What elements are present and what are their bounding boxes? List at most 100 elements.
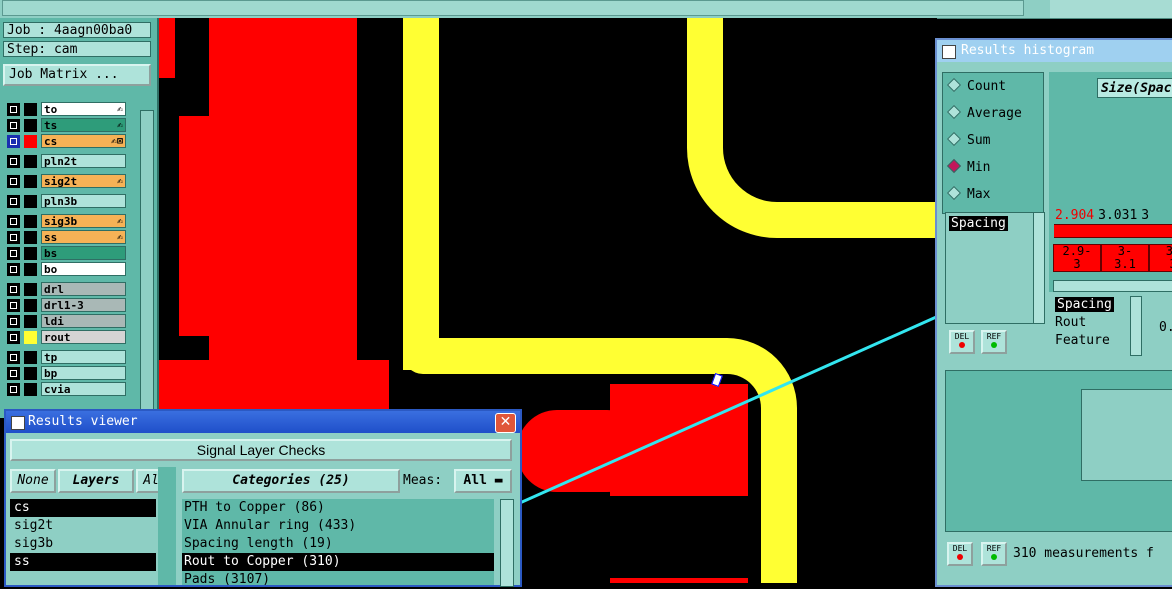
layer-checkbox[interactable] (7, 367, 20, 380)
layer-label[interactable]: ldi (41, 314, 126, 328)
layer-label[interactable]: drl1-3 (41, 298, 126, 312)
layer-label[interactable]: cvia (41, 382, 126, 396)
window-icon (11, 416, 25, 430)
meas-select[interactable]: All ▬ (454, 469, 512, 493)
histogram-graph (945, 370, 1172, 532)
viewer-category-item[interactable]: Rout to Copper (310) (182, 553, 494, 571)
viewer-layer-item[interactable]: sig2t (10, 517, 156, 535)
layer-label[interactable]: bs (41, 246, 126, 260)
option-count[interactable]: Count (946, 77, 1006, 97)
layer-row-bp[interactable]: bp (4, 366, 128, 381)
layer-checkbox[interactable] (7, 119, 20, 132)
layer-label[interactable]: tp (41, 350, 126, 364)
category-scrollbar[interactable] (500, 499, 514, 587)
histogram-measure-list[interactable]: Spacing (945, 212, 1035, 324)
viewer-title-bar[interactable]: Results viewer ✕ (6, 411, 520, 433)
layer-checkbox[interactable] (7, 331, 20, 344)
layer-checkbox[interactable] (7, 155, 20, 168)
histogram-category-item[interactable]: Rout (1055, 314, 1135, 332)
layer-checkbox[interactable] (7, 103, 20, 116)
option-min[interactable]: Min (946, 158, 990, 178)
layer-checkbox[interactable] (7, 215, 20, 228)
viewer-category-item[interactable]: Spacing length (19) (182, 535, 494, 553)
layer-label[interactable]: bp (41, 366, 126, 380)
histogram-category-scrollbar[interactable] (1130, 296, 1142, 356)
viewer-layer-item[interactable]: cs (10, 499, 156, 517)
layer-row-bs[interactable]: bs (4, 246, 128, 261)
layer-row-to[interactable]: to ✍ (4, 102, 128, 117)
histogram-bin[interactable]: 3- 3.1 (1101, 244, 1149, 272)
layer-row-cvia[interactable]: cvia (4, 382, 128, 397)
viewer-category-item[interactable]: Pads (3107) (182, 571, 494, 589)
layer-row-pln3b[interactable]: pln3b (4, 194, 128, 209)
layer-row-bo[interactable]: bo (4, 262, 128, 277)
layer-row-drl[interactable]: drl (4, 282, 128, 297)
layer-label[interactable]: pln2t (41, 154, 126, 168)
layer-scrollbar[interactable] (140, 110, 154, 432)
layer-row-drl1-3[interactable]: drl1-3 (4, 298, 128, 313)
layer-label[interactable]: pln3b (41, 194, 126, 208)
layer-row-ss[interactable]: ss ✍ (4, 230, 128, 245)
layer-color-swatch (24, 351, 37, 364)
layer-row-sig2t[interactable]: sig2t ✍ (4, 174, 128, 189)
ref-button-bottom[interactable]: REF (981, 542, 1007, 566)
histogram-scrollbar[interactable] (1053, 280, 1172, 292)
layer-checkbox[interactable] (7, 247, 20, 260)
option-max[interactable]: Max (946, 185, 991, 205)
layer-checkbox[interactable] (7, 315, 20, 328)
layer-label[interactable]: ts ✍ (41, 118, 126, 132)
layer-label[interactable]: to ✍ (41, 102, 126, 116)
layer-label[interactable]: drl (41, 282, 126, 296)
histogram-category-item[interactable]: Feature (1055, 332, 1135, 350)
layer-label[interactable]: cs ✍⊠ (41, 134, 126, 148)
layer-checkbox[interactable] (7, 383, 20, 396)
histogram-bin[interactable]: 2.9- 3 (1053, 244, 1101, 272)
size-selector[interactable]: Size(Spac (1097, 78, 1172, 98)
layer-row-ldi[interactable]: ldi (4, 314, 128, 329)
histogram-title-bar[interactable]: Results histogram (937, 40, 1172, 62)
none-button[interactable]: None (10, 469, 56, 493)
categories-button[interactable]: Categories (25) (182, 469, 400, 493)
layer-row-tp[interactable]: tp (4, 350, 128, 365)
layer-label[interactable]: sig3b ✍ (41, 214, 126, 228)
viewer-layer-item[interactable]: sig3b (10, 535, 156, 553)
viewer-category-item[interactable]: PTH to Copper (86) (182, 499, 494, 517)
layer-checkbox[interactable] (7, 299, 20, 312)
del-button-bottom[interactable]: DEL (947, 542, 973, 566)
layer-checkbox[interactable] (7, 283, 20, 296)
layer-row-sig3b[interactable]: sig3b ✍ (4, 214, 128, 229)
layer-label[interactable]: sig2t ✍ (41, 174, 126, 188)
histogram-value: 3.031 (1098, 208, 1138, 223)
layer-checkbox[interactable] (7, 351, 20, 364)
signal-layer-checks-button[interactable]: Signal Layer Checks (10, 439, 512, 461)
layer-checkbox[interactable] (7, 195, 20, 208)
viewer-category-item[interactable]: VIA Annular ring (433) (182, 517, 494, 535)
histogram-category-item[interactable]: Spacing (1055, 296, 1135, 314)
layer-label[interactable]: bo (41, 262, 126, 276)
measure-item[interactable]: Spacing (949, 216, 1008, 231)
layer-row-ts[interactable]: ts ✍ (4, 118, 128, 133)
layer-color-swatch (24, 283, 37, 296)
job-matrix-button[interactable]: Job Matrix ... (3, 64, 151, 86)
layer-row-rout[interactable]: rout (4, 330, 128, 345)
layer-row-pln2t[interactable]: pln2t (4, 154, 128, 169)
layers-button[interactable]: Layers (58, 469, 134, 493)
layer-checkbox[interactable] (7, 135, 20, 148)
job-label: Job : 4aagn00ba0 (3, 22, 151, 38)
ref-button[interactable]: REF (981, 330, 1007, 354)
viewer-layer-list: cs sig2t sig3b ss (10, 499, 156, 585)
option-label: Max (967, 187, 991, 202)
layer-label[interactable]: ss ✍ (41, 230, 126, 244)
layer-checkbox[interactable] (7, 175, 20, 188)
del-button[interactable]: DEL (949, 330, 975, 354)
layer-row-cs[interactable]: cs ✍⊠ (4, 134, 128, 149)
layer-checkbox[interactable] (7, 263, 20, 276)
layer-label[interactable]: rout (41, 330, 126, 344)
option-sum[interactable]: Sum (946, 131, 990, 151)
layer-checkbox[interactable] (7, 231, 20, 244)
option-average[interactable]: Average (946, 104, 1022, 124)
close-icon[interactable]: ✕ (495, 413, 516, 433)
measure-scrollbar[interactable] (1033, 212, 1045, 324)
histogram-bin[interactable]: 3.3 (1149, 244, 1172, 272)
viewer-layer-item[interactable]: ss (10, 553, 156, 571)
